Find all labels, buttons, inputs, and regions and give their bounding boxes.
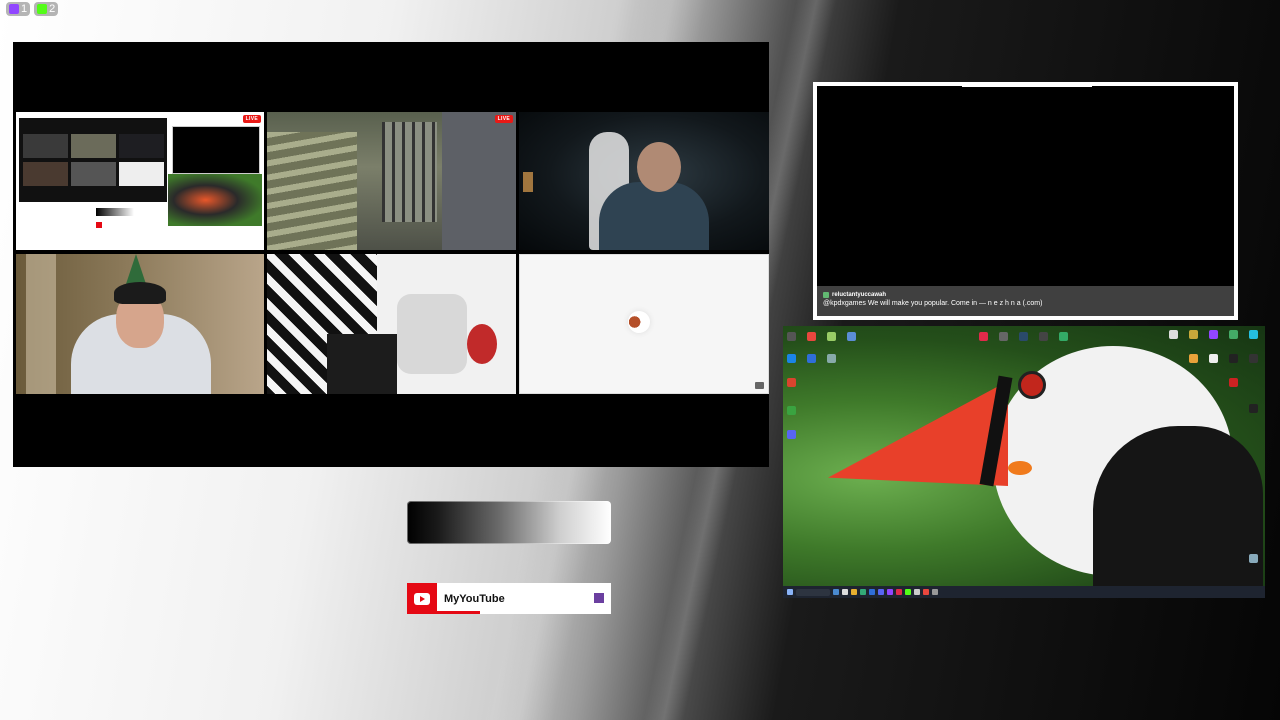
- game-wall: [442, 112, 516, 250]
- youtube-progress-line: [407, 611, 480, 614]
- streamer-hair: [114, 282, 166, 304]
- youtube-banner[interactable]: MyYouTube: [407, 583, 611, 614]
- stream-tile-game[interactable]: LIVE: [267, 112, 516, 250]
- puffin-back: [1093, 426, 1263, 596]
- white-chair: [397, 294, 467, 374]
- taskbar-app-icon[interactable]: [905, 589, 911, 595]
- live-badge: LIVE: [242, 115, 261, 123]
- puffin-wallpaper: [828, 346, 1263, 596]
- taskbar-app-icon[interactable]: [932, 589, 938, 595]
- twitch-icon: [9, 4, 19, 14]
- taskbar-app-icon[interactable]: [860, 589, 866, 595]
- nested-chat-thumbnail: [172, 126, 260, 174]
- desktop-shortcut-icon[interactable]: [1229, 378, 1238, 387]
- taskbar-app-icon[interactable]: [914, 589, 920, 595]
- nested-gradient-bar: [96, 208, 134, 216]
- kick-icon: [37, 4, 48, 14]
- discord-icon[interactable]: [787, 430, 796, 439]
- desktop-shortcut-icon[interactable]: [847, 332, 856, 341]
- puffin-mouth: [1008, 461, 1032, 475]
- desktop-shortcut-icon[interactable]: [1189, 330, 1198, 339]
- desktop-shortcut-icon[interactable]: [787, 378, 796, 387]
- desktop-shortcut-icon[interactable]: [807, 354, 816, 363]
- room-light: [523, 172, 533, 192]
- desk-equipment: [327, 334, 397, 394]
- desktop-shortcut-icon[interactable]: [1169, 330, 1178, 339]
- red-headphones: [467, 324, 497, 364]
- desktop-shortcut-icon[interactable]: [787, 332, 796, 341]
- steam-icon[interactable]: [1019, 332, 1028, 341]
- youtube-icon: [407, 583, 437, 614]
- twitch-counter: 1: [6, 2, 31, 16]
- desktop-shortcut-icon[interactable]: [827, 354, 836, 363]
- stream-tile-loading[interactable]: [519, 254, 769, 394]
- stream-tile-screen-capture[interactable]: LIVE: [16, 112, 264, 250]
- kick-count: 2: [49, 3, 56, 15]
- curtain: [26, 254, 56, 394]
- chat-tab-indicator: [962, 83, 1092, 87]
- taskbar-app-icon[interactable]: [869, 589, 875, 595]
- desktop-shortcut-icon[interactable]: [1209, 354, 1218, 363]
- purple-square-icon: [594, 593, 604, 603]
- desktop-shortcut-icon[interactable]: [1249, 330, 1258, 339]
- loading-spinner-icon: [628, 311, 650, 333]
- desktop-shortcut-icon[interactable]: [827, 332, 836, 341]
- game-stairs: [267, 132, 357, 250]
- recycle-bin-icon[interactable]: [1249, 554, 1258, 563]
- taskbar-app-icon[interactable]: [842, 589, 848, 595]
- taskbar-app-icon[interactable]: [896, 589, 902, 595]
- stream-tile-webcam-tree[interactable]: [16, 254, 264, 394]
- desktop-shortcut-icon[interactable]: [1249, 404, 1258, 413]
- desktop-shortcut-icon[interactable]: [999, 332, 1008, 341]
- taskbar-app-icon[interactable]: [923, 589, 929, 595]
- desktop-shortcut-icon[interactable]: [1209, 330, 1218, 339]
- puffin-eye: [1018, 371, 1046, 399]
- taskbar-app-icon[interactable]: [887, 589, 893, 595]
- chat-overlay: reluctantyuccawah @kpdxgames We will mak…: [813, 82, 1238, 320]
- taskbar-search-field[interactable]: [796, 588, 830, 596]
- stream-tile-desk[interactable]: [267, 254, 516, 394]
- more-options-icon[interactable]: [755, 382, 764, 389]
- streamer-body: [599, 182, 709, 250]
- desktop-shortcut-icon[interactable]: [1059, 332, 1068, 341]
- gradient-banner: [407, 501, 611, 544]
- taskbar-app-icon[interactable]: [851, 589, 857, 595]
- twitch-count: 1: [21, 3, 28, 15]
- taskbar-app-icon[interactable]: [833, 589, 839, 595]
- desktop-shortcut-icon[interactable]: [1189, 354, 1198, 363]
- nested-grid-thumbnail: [19, 118, 167, 202]
- live-badge: LIVE: [494, 115, 513, 123]
- start-icon[interactable]: [787, 589, 793, 595]
- desktop-shortcut-icon[interactable]: [787, 406, 796, 415]
- youtube-channel-name: MyYouTube: [444, 592, 505, 605]
- desktop-shortcut-icon[interactable]: [807, 332, 816, 341]
- streamer-face: [637, 142, 681, 192]
- desktop-capture: [783, 326, 1265, 598]
- desktop-shortcut-icon[interactable]: [979, 332, 988, 341]
- viewer-counters: 1 2: [6, 2, 59, 16]
- desktop-shortcut-icon[interactable]: [787, 354, 796, 363]
- desktop-shortcut-icon[interactable]: [1039, 332, 1048, 341]
- desktop-shortcut-icon[interactable]: [1249, 354, 1258, 363]
- desktop-shortcut-icon[interactable]: [1229, 354, 1238, 363]
- taskbar: [783, 586, 1265, 598]
- kick-counter: 2: [34, 2, 59, 16]
- chat-message-row: @kpdxgames We will make you popular. Com…: [817, 286, 1234, 316]
- chat-message-text: @kpdxgames We will make you popular. Com…: [823, 300, 1043, 307]
- taskbar-app-icon[interactable]: [878, 589, 884, 595]
- game-gate: [382, 122, 437, 222]
- nested-youtube-bar: [96, 222, 134, 228]
- desktop-shortcut-icon[interactable]: [1229, 330, 1238, 339]
- nested-desktop-thumbnail: [168, 174, 262, 226]
- stream-tile-webcam-dark[interactable]: [519, 112, 769, 250]
- stream-grid: LIVE LIVE: [13, 42, 769, 467]
